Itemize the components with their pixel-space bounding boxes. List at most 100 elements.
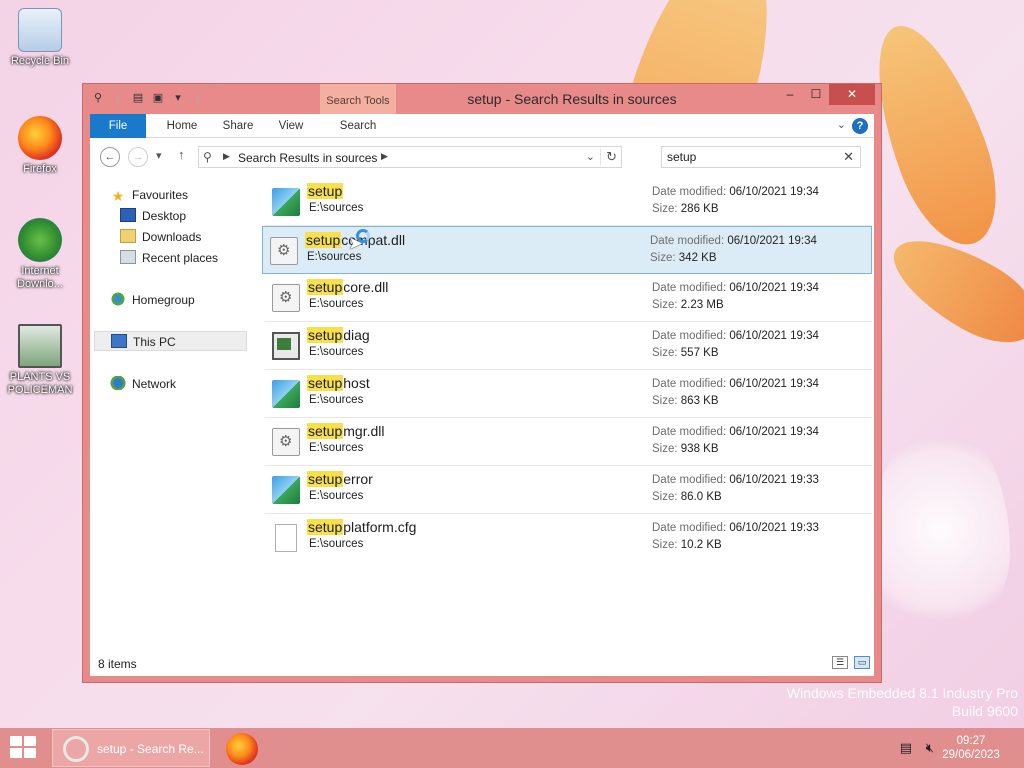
- navigation-pane: ★ Favourites Desktop Downloads Recent pla…: [90, 176, 252, 652]
- file-name: setupplatform.cfg: [307, 519, 417, 535]
- file-size: Size: 557 KB: [652, 347, 719, 359]
- recent-places-icon: [120, 250, 136, 264]
- dll-icon: [270, 237, 298, 265]
- properties-icon[interactable]: ▤: [131, 91, 145, 105]
- address-bar-row: ← → ▾ ↑ ⚲ ▶ Search Results in sources ▶ …: [90, 138, 874, 176]
- list-item[interactable]: setupcore.dll E:\sources Date modified: …: [265, 274, 872, 322]
- details-view-icon[interactable]: ☰: [832, 656, 848, 669]
- nav-item-recent-places[interactable]: Recent places: [120, 248, 218, 268]
- list-item[interactable]: setupmgr.dll E:\sources Date modified: 0…: [265, 418, 872, 466]
- taskbar-item-explorer[interactable]: setup - Search Re...: [52, 729, 210, 767]
- search-icon: [63, 736, 89, 762]
- downloads-folder-icon: [120, 229, 136, 243]
- file-location: E:\sources: [309, 202, 364, 214]
- idm-icon: [18, 218, 62, 262]
- minimize-button[interactable]: –: [777, 84, 803, 105]
- desktop-icon-label: Recycle Bin: [10, 55, 70, 67]
- file-name: setupdiag: [307, 327, 370, 343]
- file-name: setupcore.dll: [307, 279, 389, 295]
- explorer-window: ⚲ | ▤ ▣ ▾ | Search Tools setup - Search …: [82, 83, 882, 683]
- clear-search-icon[interactable]: ✕: [843, 149, 854, 165]
- app-window-icon: [272, 332, 300, 360]
- chevron-down-icon[interactable]: ⌄: [586, 150, 595, 163]
- star-icon: ★: [111, 188, 125, 204]
- new-folder-icon[interactable]: ▣: [151, 91, 165, 105]
- ribbon-tabs: File Home Share View Search ⌄ ?: [90, 114, 874, 138]
- date-modified: Date modified: 06/10/2021 19:34: [652, 186, 819, 198]
- nav-item-homegroup[interactable]: Homegroup: [110, 290, 195, 310]
- desktop-icon-idm[interactable]: Internet Downlo...: [0, 218, 80, 291]
- back-button[interactable]: ←: [100, 147, 120, 167]
- close-button[interactable]: ✕: [829, 84, 875, 105]
- list-item[interactable]: setuperror E:\sources Date modified: 06/…: [265, 466, 872, 514]
- taskbar-item-firefox[interactable]: [226, 733, 258, 765]
- file-name: setupmgr.dll: [307, 423, 385, 439]
- refresh-icon[interactable]: ↻: [600, 149, 617, 165]
- network-status-icon[interactable]: ▤: [900, 740, 912, 756]
- date-modified: Date modified: 06/10/2021 19:34: [652, 282, 819, 294]
- file-location: E:\sources: [309, 442, 364, 454]
- tab-file[interactable]: File: [90, 114, 146, 138]
- forward-button[interactable]: →: [128, 147, 148, 167]
- date-modified: Date modified: 06/10/2021 19:34: [652, 426, 819, 438]
- up-arrow-icon[interactable]: ↑: [178, 147, 185, 162]
- clock[interactable]: 09:27 29/06/2023: [936, 734, 1006, 762]
- address-field[interactable]: ⚲ ▶ Search Results in sources ▶ ⌄ ↻: [198, 146, 622, 168]
- desktop-icon-label: PLANTS VS POLICEMAN: [7, 371, 73, 396]
- firefox-icon: [18, 116, 62, 160]
- chevron-right-icon[interactable]: ▶: [223, 151, 230, 162]
- tab-view[interactable]: View: [266, 114, 316, 138]
- nav-item-desktop[interactable]: Desktop: [120, 206, 186, 226]
- date-modified: Date modified: 06/10/2021 19:33: [652, 522, 819, 534]
- blank-file-icon: [275, 524, 297, 552]
- recent-locations-icon[interactable]: ▾: [156, 149, 162, 162]
- desktop-icon-label: Firefox: [23, 163, 57, 175]
- busy-spinner-icon: [356, 229, 370, 243]
- list-item[interactable]: setuphost E:\sources Date modified: 06/1…: [265, 370, 872, 418]
- date-modified: Date modified: 06/10/2021 19:34: [650, 235, 817, 247]
- computer-icon: [111, 334, 127, 348]
- nav-item-network[interactable]: Network: [110, 374, 176, 394]
- game-icon: [18, 324, 62, 368]
- status-bar: 8 items ☰ ▭: [90, 652, 874, 676]
- desktop-icon-game[interactable]: PLANTS VS POLICEMAN: [0, 324, 80, 397]
- nav-item-favourites[interactable]: ★ Favourites: [110, 185, 188, 205]
- tab-home[interactable]: Home: [152, 114, 212, 138]
- start-button[interactable]: [10, 736, 38, 760]
- maximize-button[interactable]: ☐: [803, 84, 829, 105]
- nav-item-downloads[interactable]: Downloads: [120, 227, 201, 247]
- desktop-icon-recycle-bin[interactable]: Recycle Bin: [0, 8, 80, 68]
- search-input[interactable]: [667, 150, 827, 164]
- title-bar[interactable]: ⚲ | ▤ ▣ ▾ | Search Tools setup - Search …: [83, 84, 881, 115]
- tab-search[interactable]: Search: [320, 114, 396, 138]
- nav-item-this-pc[interactable]: This PC: [94, 331, 247, 351]
- quick-access-toolbar: ⚲ | ▤ ▣ ▾ |: [91, 91, 205, 105]
- search-icon: ⚲: [203, 150, 212, 164]
- list-item[interactable]: setupdiag E:\sources Date modified: 06/1…: [265, 322, 872, 370]
- help-icon[interactable]: ?: [852, 118, 868, 134]
- file-name: setuperror: [307, 471, 373, 487]
- list-item[interactable]: setup E:\sources Date modified: 06/10/20…: [265, 178, 872, 226]
- file-location: E:\sources: [309, 346, 364, 358]
- homegroup-icon: [110, 292, 126, 306]
- file-size: Size: 86.0 KB: [652, 491, 722, 503]
- date-modified: Date modified: 06/10/2021 19:34: [652, 378, 819, 390]
- content-view-icon[interactable]: ▭: [854, 656, 870, 669]
- tab-share[interactable]: Share: [212, 114, 264, 138]
- chevron-down-icon[interactable]: ⌄: [837, 118, 846, 131]
- file-location: E:\sources: [309, 490, 364, 502]
- breadcrumb[interactable]: Search Results in sources: [238, 151, 377, 165]
- dll-icon: [272, 284, 300, 312]
- volume-muted-icon[interactable]: 🔇︎: [926, 740, 934, 756]
- customize-qat-icon[interactable]: ▾: [171, 91, 185, 105]
- setup-exe-icon: [272, 380, 300, 408]
- search-box[interactable]: ✕: [661, 146, 861, 168]
- list-item[interactable]: setupplatform.cfg E:\sources Date modifi…: [265, 514, 872, 562]
- setup-exe-icon: [272, 188, 300, 216]
- file-size: Size: 863 KB: [652, 395, 719, 407]
- desktop-icon-firefox[interactable]: Firefox: [0, 116, 80, 176]
- dll-icon: [272, 428, 300, 456]
- chevron-right-icon[interactable]: ▶: [381, 151, 388, 162]
- search-icon: ⚲: [93, 92, 103, 104]
- file-size: Size: 2.23 MB: [652, 299, 724, 311]
